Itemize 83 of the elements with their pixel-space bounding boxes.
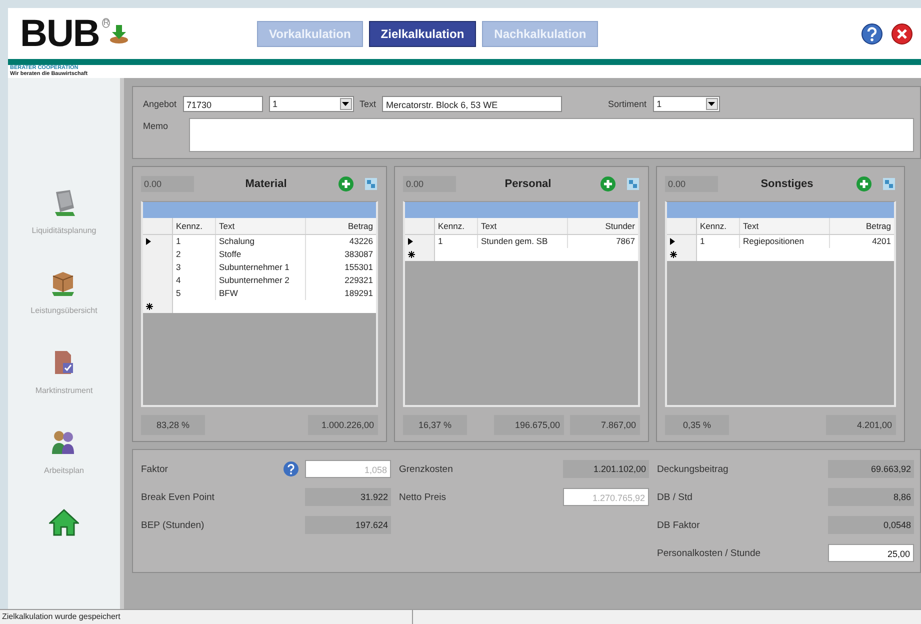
grid-icon[interactable] bbox=[626, 177, 640, 191]
panel-title: Material bbox=[244, 178, 288, 190]
row-header[interactable] bbox=[667, 248, 697, 261]
field-label: Deckungsbeitrag bbox=[657, 464, 730, 474]
grid-icon[interactable] bbox=[364, 177, 378, 191]
registered-mark: R bbox=[102, 18, 110, 28]
add-icon[interactable] bbox=[600, 176, 616, 192]
column-header[interactable]: Kennz. bbox=[173, 218, 216, 234]
total-value: 83,28 % bbox=[141, 415, 205, 435]
row-header[interactable] bbox=[143, 235, 173, 248]
add-icon[interactable] bbox=[856, 176, 872, 192]
total-value: 196.675,00 bbox=[494, 415, 564, 435]
field-label: Faktor bbox=[141, 464, 169, 474]
value-display: 197.624 bbox=[305, 516, 391, 534]
table-cell-text: 155301 bbox=[344, 261, 374, 274]
grid-icon[interactable] bbox=[882, 177, 896, 191]
input-field[interactable]: 25,00 bbox=[828, 544, 914, 562]
caret-icon bbox=[708, 102, 716, 106]
row-pointer-icon bbox=[146, 238, 151, 245]
new-row-icon bbox=[408, 251, 415, 258]
help-icon[interactable] bbox=[283, 461, 299, 477]
total-value: 16,37 % bbox=[403, 415, 467, 435]
field-label: Grenzkosten bbox=[399, 464, 454, 474]
column-header[interactable]: Text bbox=[740, 218, 830, 234]
offer-field[interactable]: 71730 bbox=[182, 96, 263, 112]
tab[interactable]: Zielkalkulation bbox=[368, 21, 476, 47]
field-label: Text bbox=[360, 99, 376, 109]
caret-icon bbox=[342, 102, 350, 106]
header-value: 0.00 bbox=[141, 176, 194, 192]
row-header[interactable] bbox=[667, 235, 697, 248]
memo-field[interactable] bbox=[189, 118, 914, 152]
home-icon[interactable] bbox=[49, 508, 79, 538]
total-value: 7.867,00 bbox=[570, 415, 640, 435]
value-display: 31.922 bbox=[305, 488, 391, 506]
field-label: Personalkosten / Stunde bbox=[657, 548, 762, 558]
dropdown[interactable]: 1 bbox=[268, 96, 354, 112]
column-header[interactable]: Betrag bbox=[306, 218, 376, 234]
column-header[interactable]: Kennz. bbox=[435, 218, 478, 234]
field-label: Memo bbox=[143, 121, 170, 131]
field-label: Netto Preis bbox=[399, 492, 447, 502]
column-header[interactable]: Text bbox=[478, 218, 568, 234]
column-header[interactable]: Kennz. bbox=[697, 218, 740, 234]
logo: BUB bbox=[20, 14, 100, 54]
panel-title: Sonstiges bbox=[760, 178, 814, 190]
field-label: Angebot bbox=[143, 99, 177, 109]
column-header[interactable]: Text bbox=[216, 218, 306, 234]
total-value: 4.201,00 bbox=[826, 415, 896, 435]
download-icon[interactable] bbox=[108, 24, 130, 44]
header-value: 0.00 bbox=[665, 176, 718, 192]
value-display: 69.663,92 bbox=[828, 460, 914, 478]
value-display: 8,86 bbox=[828, 488, 914, 506]
row-header[interactable] bbox=[143, 300, 173, 313]
table-cell-text: 229321 bbox=[344, 274, 374, 287]
field-label: Break Even Point bbox=[141, 492, 216, 502]
close-icon[interactable] bbox=[891, 23, 913, 45]
value-display: 0,0548 bbox=[828, 516, 914, 534]
status-message: Zielkalkulation wurde gespeichert bbox=[0, 610, 413, 624]
row-header[interactable] bbox=[405, 248, 435, 261]
table-cell-text: 383087 bbox=[344, 248, 374, 261]
row-pointer-icon bbox=[408, 238, 413, 245]
new-row-icon bbox=[146, 303, 153, 310]
column-header[interactable]: Betrag bbox=[830, 218, 894, 234]
table-cell-text: 7867 bbox=[615, 235, 636, 248]
help-icon[interactable] bbox=[861, 23, 883, 45]
value-display: 1.201.102,00 bbox=[563, 460, 649, 478]
table-cell-text: 189291 bbox=[344, 287, 374, 300]
field-label: DB Faktor bbox=[657, 520, 701, 530]
dropdown[interactable]: 1 bbox=[652, 96, 720, 112]
header-value: 0.00 bbox=[403, 176, 456, 192]
row-pointer-icon bbox=[670, 238, 675, 245]
column-header[interactable]: Stunder bbox=[568, 218, 638, 234]
panel-title: Personal bbox=[504, 178, 552, 190]
table-cell-text: 4201 bbox=[871, 235, 892, 248]
field-label: BEP (Stunden) bbox=[141, 520, 206, 530]
row-header[interactable] bbox=[405, 235, 435, 248]
total-value: 0,35 % bbox=[665, 415, 729, 435]
total-value: 1.000.226,00 bbox=[308, 415, 378, 435]
text-field[interactable]: Mercatorstr. Block 6, 53 WE bbox=[382, 96, 562, 112]
table-cell-text: 43226 bbox=[348, 235, 374, 248]
field-label: Sortiment bbox=[608, 99, 647, 109]
new-row-icon bbox=[670, 251, 677, 258]
field-label: DB / Std bbox=[657, 492, 694, 502]
add-icon[interactable] bbox=[338, 176, 354, 192]
